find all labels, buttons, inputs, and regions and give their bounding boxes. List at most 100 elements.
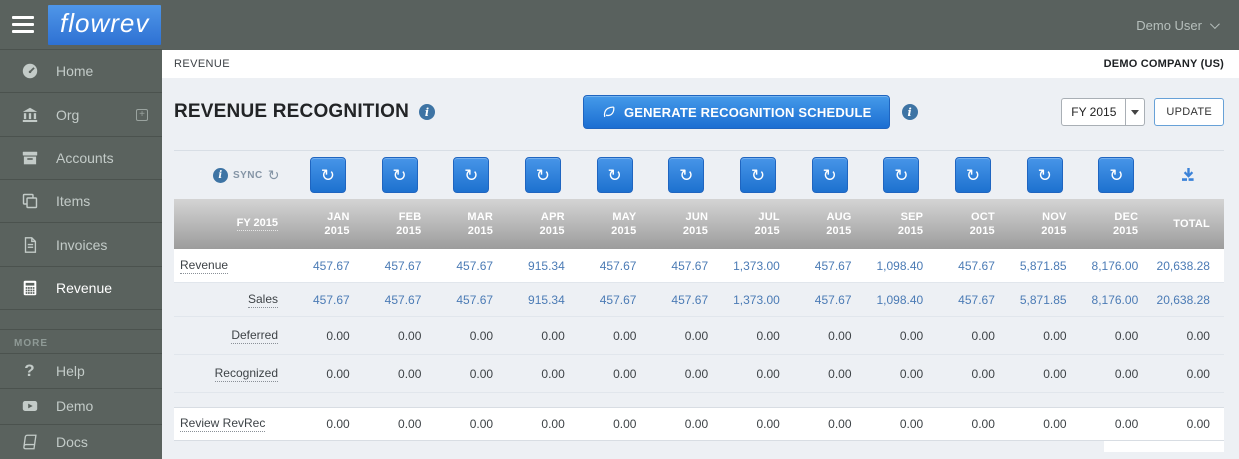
column-header-nov: NOV 2015 xyxy=(1041,211,1067,237)
cell[interactable]: 457.67 xyxy=(650,259,722,273)
sync-month-button[interactable]: ↻ xyxy=(739,157,776,193)
cell[interactable]: 1,373.00 xyxy=(722,293,794,307)
row-label-recognized[interactable]: Recognized xyxy=(214,366,278,382)
sidebar-item-accounts[interactable]: Accounts xyxy=(0,135,162,179)
cell: 0.00 xyxy=(899,328,924,343)
app-logo[interactable]: flowrev xyxy=(48,4,162,45)
row-label-revenue[interactable]: Revenue xyxy=(180,258,229,274)
cell[interactable]: 457.67 xyxy=(292,293,364,307)
sync-month-button[interactable]: ↻ xyxy=(596,157,633,193)
cell-total[interactable]: 20,638.28 xyxy=(1152,293,1224,307)
cell: 0.00 xyxy=(398,417,422,431)
sidebar-item-home[interactable]: Home xyxy=(0,49,162,92)
sidebar-item-org[interactable]: Org + xyxy=(0,92,162,135)
title-info-icon[interactable]: i xyxy=(419,104,435,120)
table-row-sales: Sales 457.67 457.67 457.67 915.34 457.67 457.6… xyxy=(174,283,1224,317)
cell: 0.00 xyxy=(613,417,637,431)
sidebar-item-label: Revenue xyxy=(56,279,113,296)
cell[interactable]: 8,176.00 xyxy=(1081,259,1153,273)
sync-column-cell-feb: ↻ xyxy=(364,157,436,193)
user-menu[interactable]: Demo User xyxy=(1136,17,1220,33)
generate-info-icon[interactable]: i xyxy=(901,104,918,120)
row-label-sales[interactable]: Sales xyxy=(247,292,278,308)
column-header-may: MAY 2015 xyxy=(611,211,637,237)
sidebar-item-revenue[interactable]: Revenue xyxy=(0,265,162,309)
cell-total: 0.00 xyxy=(1186,328,1210,343)
cell: 0.00 xyxy=(326,366,350,381)
sync-month-button[interactable]: ↻ xyxy=(524,157,561,193)
sync-month-button[interactable]: ↻ xyxy=(453,157,490,193)
column-header-aug: AUG 2015 xyxy=(826,211,852,237)
sync-month-button[interactable]: ↻ xyxy=(811,157,848,193)
cell[interactable]: 457.67 xyxy=(937,259,1009,273)
cell[interactable]: 457.67 xyxy=(579,259,651,273)
update-button[interactable]: UPDATE xyxy=(1154,98,1224,126)
cell: 0.00 xyxy=(1114,366,1139,381)
cell[interactable]: 5,871.85 xyxy=(1009,293,1081,307)
sync-cell[interactable]: i SYNC ↻ xyxy=(174,167,292,183)
cell: 0.00 xyxy=(1043,366,1067,381)
sync-month-button[interactable]: ↻ xyxy=(668,157,705,193)
cell[interactable]: 1,098.40 xyxy=(866,259,938,273)
cell: 0.00 xyxy=(1043,328,1067,343)
cell[interactable]: 457.67 xyxy=(364,259,436,273)
sidebar-item-docs[interactable]: Docs xyxy=(0,423,162,459)
cell[interactable]: 8,176.00 xyxy=(1081,293,1153,307)
sync-refresh-icon[interactable]: ↻ xyxy=(268,168,280,182)
bank-icon xyxy=(20,106,39,124)
cell[interactable]: 457.67 xyxy=(435,293,507,307)
cell[interactable]: 457.67 xyxy=(435,259,507,273)
cell[interactable]: 1,373.00 xyxy=(722,259,794,273)
sidebar-item-help[interactable]: ? Help xyxy=(0,352,162,388)
fiscal-year-select[interactable]: FY 2015 xyxy=(1061,98,1146,126)
cell: 0.00 xyxy=(899,366,924,381)
question-icon: ? xyxy=(24,360,35,380)
sidebar-item-label: Help xyxy=(56,362,85,379)
cell[interactable]: 915.34 xyxy=(507,293,579,307)
fy-header-label[interactable]: FY 2015 xyxy=(236,217,278,231)
row-label-deferred[interactable]: Deferred xyxy=(231,328,278,344)
hamburger-menu-icon[interactable] xyxy=(12,12,36,37)
sync-column-cell-aug: ↻ xyxy=(794,157,866,193)
sync-info-icon[interactable]: i xyxy=(212,167,228,183)
download-icon[interactable] xyxy=(1180,167,1197,183)
sync-month-button[interactable]: ↻ xyxy=(955,157,992,193)
sync-column-cell-oct: ↻ xyxy=(937,157,1009,193)
sync-month-button[interactable]: ↻ xyxy=(381,157,418,193)
sync-month-button[interactable]: ↻ xyxy=(883,157,920,193)
user-name: Demo User xyxy=(1136,17,1202,33)
cell[interactable]: 1,098.40 xyxy=(866,293,938,307)
cell[interactable]: 457.67 xyxy=(794,259,866,273)
cell[interactable]: 457.67 xyxy=(579,293,651,307)
sidebar-item-items[interactable]: Items xyxy=(0,179,162,222)
cell[interactable]: 457.67 xyxy=(937,293,1009,307)
sync-month-button[interactable]: ↻ xyxy=(309,157,346,193)
chevron-down-icon xyxy=(1209,18,1220,29)
cell[interactable]: 5,871.85 xyxy=(1009,259,1081,273)
sidebar-item-invoices[interactable]: Invoices xyxy=(0,222,162,265)
download-cell[interactable] xyxy=(1152,167,1224,183)
sync-column-cell-mar: ↻ xyxy=(435,157,507,193)
cell[interactable]: 457.67 xyxy=(292,259,364,273)
cell[interactable]: 457.67 xyxy=(794,293,866,307)
cell: 0.00 xyxy=(756,366,780,381)
cell-total[interactable]: 20,638.28 xyxy=(1152,259,1224,273)
cell: 0.00 xyxy=(326,328,350,343)
sync-month-button[interactable]: ↻ xyxy=(1098,157,1135,193)
cell[interactable]: 915.34 xyxy=(507,259,579,273)
row-label-review-revrec[interactable]: Review RevRec xyxy=(180,416,266,432)
sidebar-item-demo[interactable]: Demo xyxy=(0,388,162,423)
sync-month-button[interactable]: ↻ xyxy=(1026,157,1063,193)
cell[interactable]: 457.67 xyxy=(364,293,436,307)
cell: 0.00 xyxy=(541,366,565,381)
sync-column-cell-jun: ↻ xyxy=(650,157,722,193)
cell: 0.00 xyxy=(398,366,422,381)
generate-recognition-schedule-button[interactable]: GENERATE RECOGNITION SCHEDULE xyxy=(583,95,890,129)
sync-column-cell-jan: ↻ xyxy=(292,157,364,193)
play-icon xyxy=(20,397,39,415)
generate-button-label: GENERATE RECOGNITION SCHEDULE xyxy=(624,104,872,120)
org-expand-icon[interactable]: + xyxy=(136,108,148,121)
cell[interactable]: 457.67 xyxy=(650,293,722,307)
cell: 0.00 xyxy=(971,417,995,431)
column-header-mar: MAR 2015 xyxy=(467,211,494,237)
